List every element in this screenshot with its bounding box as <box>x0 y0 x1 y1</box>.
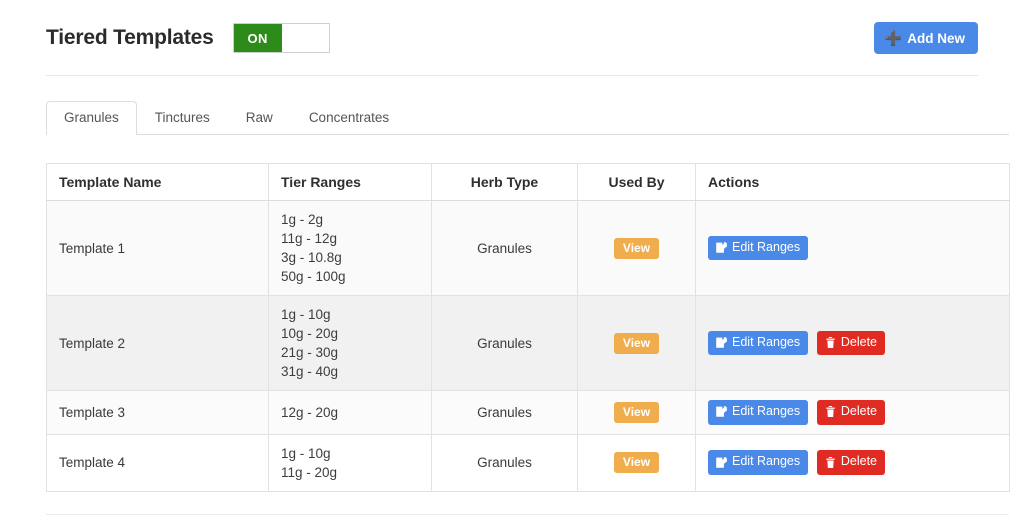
cell-tier-ranges: 1g - 2g 11g - 12g 3g - 10.8g 50g - 100g <box>268 200 432 296</box>
delete-button[interactable]: Delete <box>816 330 886 356</box>
column-header-used-by: Used By <box>577 163 696 201</box>
tier-range: 11g - 20g <box>281 464 338 480</box>
edit-ranges-label: Edit Ranges <box>732 334 801 349</box>
tier-range: 50g - 100g <box>281 269 346 284</box>
table-row: Template 2 1g - 10g 10g - 20g 21g - 30g … <box>46 295 1010 391</box>
cell-herb-type: Granules <box>431 390 578 435</box>
page-bottom-divider <box>46 514 1009 515</box>
tier-ranges-list: 12g - 20g <box>281 403 419 422</box>
cell-actions: Edit Ranges <box>695 200 1010 296</box>
tiered-templates-toggle[interactable]: ON <box>232 23 330 53</box>
cell-tier-ranges: 1g - 10g 11g - 20g <box>268 433 432 492</box>
view-badge[interactable]: View <box>613 332 660 354</box>
column-header-template-name: Template Name <box>46 163 269 201</box>
trash-icon <box>824 456 837 469</box>
tab-raw[interactable]: Raw <box>228 101 291 135</box>
column-header-tier-ranges: Tier Ranges <box>268 163 432 201</box>
delete-label: Delete <box>840 454 878 469</box>
cell-used-by: View <box>577 295 696 391</box>
trash-icon <box>824 336 837 349</box>
cell-used-by: View <box>577 200 696 296</box>
tiered-templates-page: Tiered Templates ON ➕ Add New Granules T… <box>0 0 1024 523</box>
table-header: Template Name Tier Ranges Herb Type Used… <box>46 163 1010 201</box>
cell-herb-type: Granules <box>431 433 578 492</box>
view-badge[interactable]: View <box>613 401 660 423</box>
tier-ranges-list: 1g - 10g 11g - 20g <box>281 444 419 482</box>
edit-ranges-label: Edit Ranges <box>732 239 801 254</box>
cell-actions: Edit Ranges Delete <box>695 390 1010 435</box>
edit-pencil-icon <box>715 336 728 349</box>
edit-pencil-icon <box>715 241 728 254</box>
tab-granules[interactable]: Granules <box>46 101 137 135</box>
cell-used-by: View <box>577 390 696 435</box>
cell-template-name: Template 1 <box>46 200 269 296</box>
templates-table: Template Name Tier Ranges Herb Type Used… <box>46 163 1010 492</box>
view-badge[interactable]: View <box>613 237 660 259</box>
tier-range: 12g - 20g <box>281 404 339 420</box>
cell-tier-ranges: 12g - 20g <box>268 390 432 435</box>
table-row: Template 4 1g - 10g 11g - 20g Granules V… <box>46 433 1010 492</box>
tier-range: 3g - 10.8g <box>281 250 342 265</box>
view-badge[interactable]: View <box>613 452 660 474</box>
table-body: Template 1 1g - 2g 11g - 12g 3g - 10.8g … <box>46 200 1010 492</box>
table-row: Template 3 12g - 20g Granules View Edit … <box>46 390 1010 435</box>
column-header-herb-type: Herb Type <box>431 163 578 201</box>
delete-button[interactable]: Delete <box>816 450 886 476</box>
tier-range: 21g - 30g <box>281 345 339 360</box>
cell-herb-type: Granules <box>431 295 578 391</box>
edit-ranges-button[interactable]: Edit Ranges <box>708 235 809 261</box>
table-header-row: Template Name Tier Ranges Herb Type Used… <box>46 163 1010 201</box>
header-divider <box>46 75 978 76</box>
cell-used-by: View <box>577 433 696 492</box>
delete-label: Delete <box>840 334 878 349</box>
toggle-on-label: ON <box>233 24 282 52</box>
edit-ranges-button[interactable]: Edit Ranges <box>708 330 809 356</box>
tier-range: 1g - 10g <box>281 307 331 322</box>
tier-range: 1g - 2g <box>281 212 324 227</box>
cell-actions: Edit Ranges Delete <box>695 295 1010 391</box>
edit-pencil-icon <box>715 456 728 469</box>
trash-icon <box>824 405 837 418</box>
delete-label: Delete <box>840 404 878 418</box>
edit-ranges-button[interactable]: Edit Ranges <box>708 400 809 425</box>
page-title: Tiered Templates <box>46 26 214 49</box>
cell-tier-ranges: 1g - 10g 10g - 20g 21g - 30g 31g - 40g <box>268 295 432 391</box>
column-header-actions: Actions <box>695 163 1010 201</box>
delete-button[interactable]: Delete <box>816 400 886 425</box>
table-row: Template 1 1g - 2g 11g - 12g 3g - 10.8g … <box>46 200 1010 296</box>
edit-ranges-label: Edit Ranges <box>732 404 801 418</box>
toggle-track[interactable] <box>281 24 329 52</box>
edit-ranges-button[interactable]: Edit Ranges <box>708 450 809 476</box>
category-tabs: Granules Tinctures Raw Concentrates <box>46 99 1009 135</box>
tab-tinctures[interactable]: Tinctures <box>137 101 228 135</box>
tier-range: 31g - 40g <box>281 364 339 379</box>
cell-template-name: Template 2 <box>46 295 269 391</box>
page-header: Tiered Templates ON ➕ Add New <box>46 8 978 68</box>
cell-herb-type: Granules <box>431 200 578 296</box>
tab-concentrates[interactable]: Concentrates <box>291 101 407 135</box>
tier-range: 10g - 20g <box>281 326 339 341</box>
cell-actions: Edit Ranges Delete <box>695 433 1010 492</box>
cell-template-name: Template 4 <box>46 433 269 492</box>
tier-ranges-list: 1g - 2g 11g - 12g 3g - 10.8g 50g - 100g <box>281 210 419 286</box>
cell-template-name: Template 3 <box>46 390 269 435</box>
tier-range: 11g - 12g <box>281 231 338 246</box>
edit-pencil-icon <box>715 405 728 418</box>
tier-ranges-list: 1g - 10g 10g - 20g 21g - 30g 31g - 40g <box>281 305 419 381</box>
tier-range: 1g - 10g <box>281 445 331 461</box>
add-new-label: Add New <box>907 30 965 46</box>
templates-table-container: Template Name Tier Ranges Herb Type Used… <box>46 163 1010 492</box>
plus-icon: ➕ <box>884 30 903 46</box>
add-new-button[interactable]: ➕ Add New <box>873 22 978 54</box>
edit-ranges-label: Edit Ranges <box>732 454 801 469</box>
